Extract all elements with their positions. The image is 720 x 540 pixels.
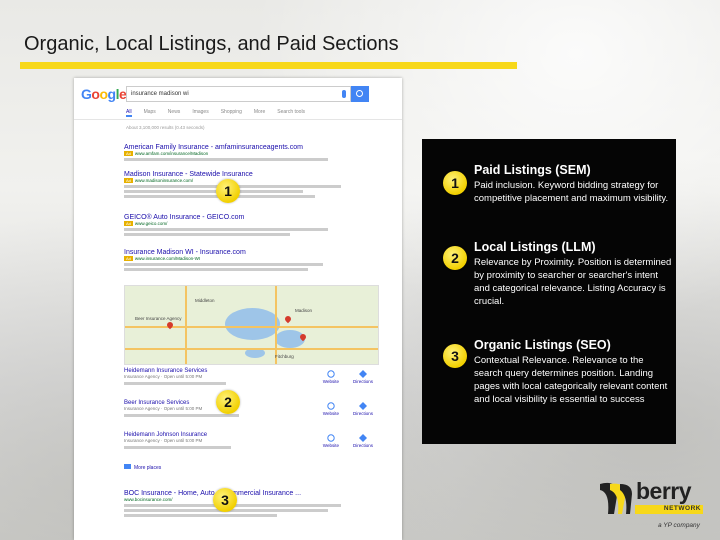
legend-marker-2: 2 [443, 246, 467, 270]
local-listing[interactable]: Heidemann Johnson Insurance Insurance Ag… [124, 432, 379, 449]
marker-paid: 1 [216, 179, 240, 203]
result-stats: About 3,100,000 results (0.43 seconds) [126, 125, 205, 130]
search-query: insurance madison wi [131, 91, 189, 97]
local-map[interactable]: Beer Insurance Agency Madison Middleton … [124, 285, 379, 365]
local-detail-line [124, 446, 232, 449]
ad-url: www.amfam.com/insurance/Madison [134, 151, 209, 156]
local-listing[interactable]: Beer Insurance Services Insurance Agency… [124, 400, 379, 417]
legend-marker-1: 1 [443, 171, 467, 195]
ad-title[interactable]: American Family Insurance - amfaminsuran… [124, 144, 379, 151]
tab-more[interactable]: More [254, 109, 265, 117]
ad-title[interactable]: Madison Insurance - Statewide Insurance [124, 171, 379, 178]
globe-icon [327, 370, 335, 378]
tab-images[interactable]: Images [192, 109, 208, 117]
legend-section-paid: Paid Listings (SEM) Paid inclusion. Keyw… [474, 163, 674, 205]
microphone-icon[interactable] [342, 90, 346, 98]
snippet-line [124, 190, 303, 193]
local-detail-line [124, 382, 226, 385]
road [185, 286, 187, 364]
website-link[interactable]: Website [323, 402, 339, 416]
ad-title[interactable]: GEICO® Auto Insurance - GEICO.com [124, 214, 379, 221]
section-description: Contextual Relevance. Relevance to the s… [474, 355, 668, 405]
ad-url: www.insurance.com/Madison-WI [134, 256, 201, 261]
snippet-line [124, 233, 290, 236]
map-label: Middleton [195, 298, 215, 303]
road [125, 326, 378, 328]
ad-badge: Ad [124, 178, 133, 183]
logo-tagline: a YP company [658, 522, 700, 529]
section-heading: Local Listings (LLM) [474, 240, 596, 254]
website-link[interactable]: Website [323, 434, 339, 448]
ad-result[interactable]: GEICO® Auto Insurance - GEICO.com Ad www.… [124, 214, 379, 236]
local-detail-line [124, 414, 239, 417]
directions-icon [358, 402, 367, 410]
snippet-line [124, 514, 277, 517]
ad-badge: Ad [124, 151, 133, 156]
tab-maps[interactable]: Maps [144, 109, 156, 117]
lake [225, 308, 280, 340]
logo-wordmark: berry [636, 478, 692, 504]
section-description: Paid inclusion. Keyword bidding strategy… [474, 180, 669, 204]
map-label: Madison [295, 308, 313, 313]
snippet-line [124, 263, 323, 266]
ad-result[interactable]: American Family Insurance - amfaminsuran… [124, 144, 379, 161]
search-tabs: All Maps News Images Shopping More Searc… [126, 109, 305, 117]
globe-icon [327, 434, 335, 442]
title-underline [20, 62, 517, 69]
tab-search-tools[interactable]: Search tools [277, 109, 305, 117]
road [125, 348, 378, 350]
directions-icon [358, 370, 367, 378]
slide-title: Organic, Local Listings, and Paid Sectio… [24, 33, 399, 55]
map-pin-icon[interactable] [283, 314, 293, 324]
marker-local: 2 [216, 390, 240, 414]
ad-title[interactable]: Insurance Madison WI - Insurance.com [124, 249, 379, 256]
snippet-line [124, 228, 328, 231]
directions-link[interactable]: Directions [353, 370, 373, 384]
ad-result[interactable]: Insurance Madison WI - Insurance.com Ad w… [124, 249, 379, 271]
google-logo: Google [81, 86, 127, 102]
ad-url: www.madisoninsurance.com/ [134, 178, 194, 183]
search-input[interactable]: insurance madison wi [126, 86, 351, 102]
website-link[interactable]: Website [323, 370, 339, 384]
map-label: Beer Insurance Agency [135, 316, 182, 321]
map-label: Fitchburg [275, 354, 294, 359]
directions-link[interactable]: Directions [353, 434, 373, 448]
ad-url: www.geico.com/ [134, 221, 168, 226]
ad-badge: Ad [124, 221, 133, 226]
tab-shopping[interactable]: Shopping [221, 109, 242, 117]
directions-link[interactable]: Directions [353, 402, 373, 416]
tab-news[interactable]: News [168, 109, 181, 117]
logo-network-bar: NETWORK [635, 505, 703, 514]
local-listing[interactable]: Heidemann Insurance Services Insurance A… [124, 368, 379, 385]
globe-icon [327, 402, 335, 410]
organic-url: www.bocinsurance.com/ [124, 497, 173, 502]
legend-marker-3: 3 [443, 344, 467, 368]
snippet-line [124, 158, 328, 161]
ad-badge: Ad [124, 256, 133, 261]
marker-organic: 3 [213, 488, 237, 512]
search-icon[interactable] [351, 86, 369, 102]
section-description: Relevance by Proximity. Position is dete… [474, 257, 672, 307]
organic-title[interactable]: BOC Insurance - Home, Auto & Commercial … [124, 490, 379, 497]
tabs-divider [74, 119, 402, 120]
snippet-line [124, 268, 308, 271]
legend-section-local: Local Listings (LLM) Relevance by Proxim… [474, 240, 674, 308]
more-places-link[interactable]: More places [124, 464, 161, 471]
berry-network-logo: berry NETWORK a YP company [596, 478, 706, 536]
organic-result[interactable]: BOC Insurance - Home, Auto & Commercial … [124, 490, 379, 517]
legend-section-organic: Organic Listings (SEO) Contextual Releva… [474, 338, 674, 406]
search-results-screenshot: Google insurance madison wi All Maps New… [74, 78, 402, 540]
section-heading: Paid Listings (SEM) [474, 163, 591, 177]
section-heading: Organic Listings (SEO) [474, 338, 611, 352]
tab-all[interactable]: All [126, 109, 132, 117]
berry-stripes-icon [600, 482, 632, 514]
directions-icon [358, 434, 367, 442]
ad-result[interactable]: Madison Insurance - Statewide Insurance … [124, 171, 379, 198]
